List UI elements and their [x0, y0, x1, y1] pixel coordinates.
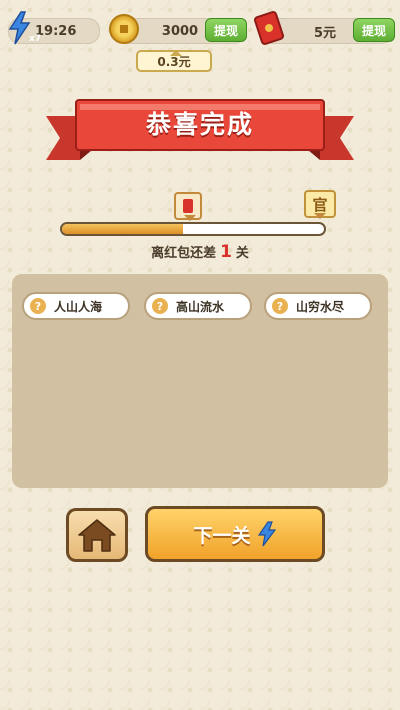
red-packet-display: 5元 提现 [252, 10, 395, 46]
energy-display: x7 19:26 [8, 11, 100, 45]
official-badge-icon: 官 [304, 190, 336, 219]
coin-icon [109, 14, 139, 44]
answer-text: 高山流水 [176, 299, 225, 314]
energy-count: x7 [29, 34, 42, 44]
lightning-icon [257, 521, 276, 547]
question-icon: ? [272, 298, 288, 314]
answer-chip[interactable]: ? 山穷水尽 [264, 292, 372, 320]
energy-timer: 19:26 [35, 23, 77, 39]
red-packet-milestone-icon [174, 192, 202, 221]
red-packet-icon [252, 10, 286, 46]
next-level-button[interactable]: 下一关 [145, 506, 325, 562]
remaining-levels-text: 离红包还差 1 关 [0, 242, 400, 262]
coin-withdraw-button[interactable]: 提现 [205, 18, 247, 42]
home-icon [78, 519, 116, 552]
answers-panel: ? 人山人海 ? 高山流水 ? 山穷水尽 [12, 274, 388, 488]
next-level-label: 下一关 [193, 524, 251, 547]
answer-chip[interactable]: ? 高山流水 [144, 292, 252, 320]
congrats-banner: 恭喜完成 [46, 98, 354, 164]
answer-text: 山穷水尽 [296, 299, 345, 314]
level-progress-bar [60, 222, 326, 236]
answer-chip[interactable]: ? 人山人海 [22, 292, 130, 320]
question-icon: ? [152, 298, 168, 314]
progress-fill [62, 224, 183, 234]
coin-value: 3000 [161, 23, 199, 39]
remaining-suffix: 关 [235, 246, 249, 261]
red-packet-value: 5元 [313, 25, 337, 41]
question-icon: ? [30, 298, 46, 314]
remaining-count: 1 [220, 242, 232, 262]
coin-display: 3000 提现 [109, 14, 247, 44]
remaining-prefix: 离红包还差 [151, 246, 217, 261]
answer-text: 人山人海 [54, 299, 103, 314]
red-packet-withdraw-button[interactable]: 提现 [353, 18, 395, 42]
home-button[interactable] [66, 508, 128, 562]
coin-value-tip: 0.3元 [136, 50, 212, 72]
banner-title: 恭喜完成 [145, 110, 254, 139]
